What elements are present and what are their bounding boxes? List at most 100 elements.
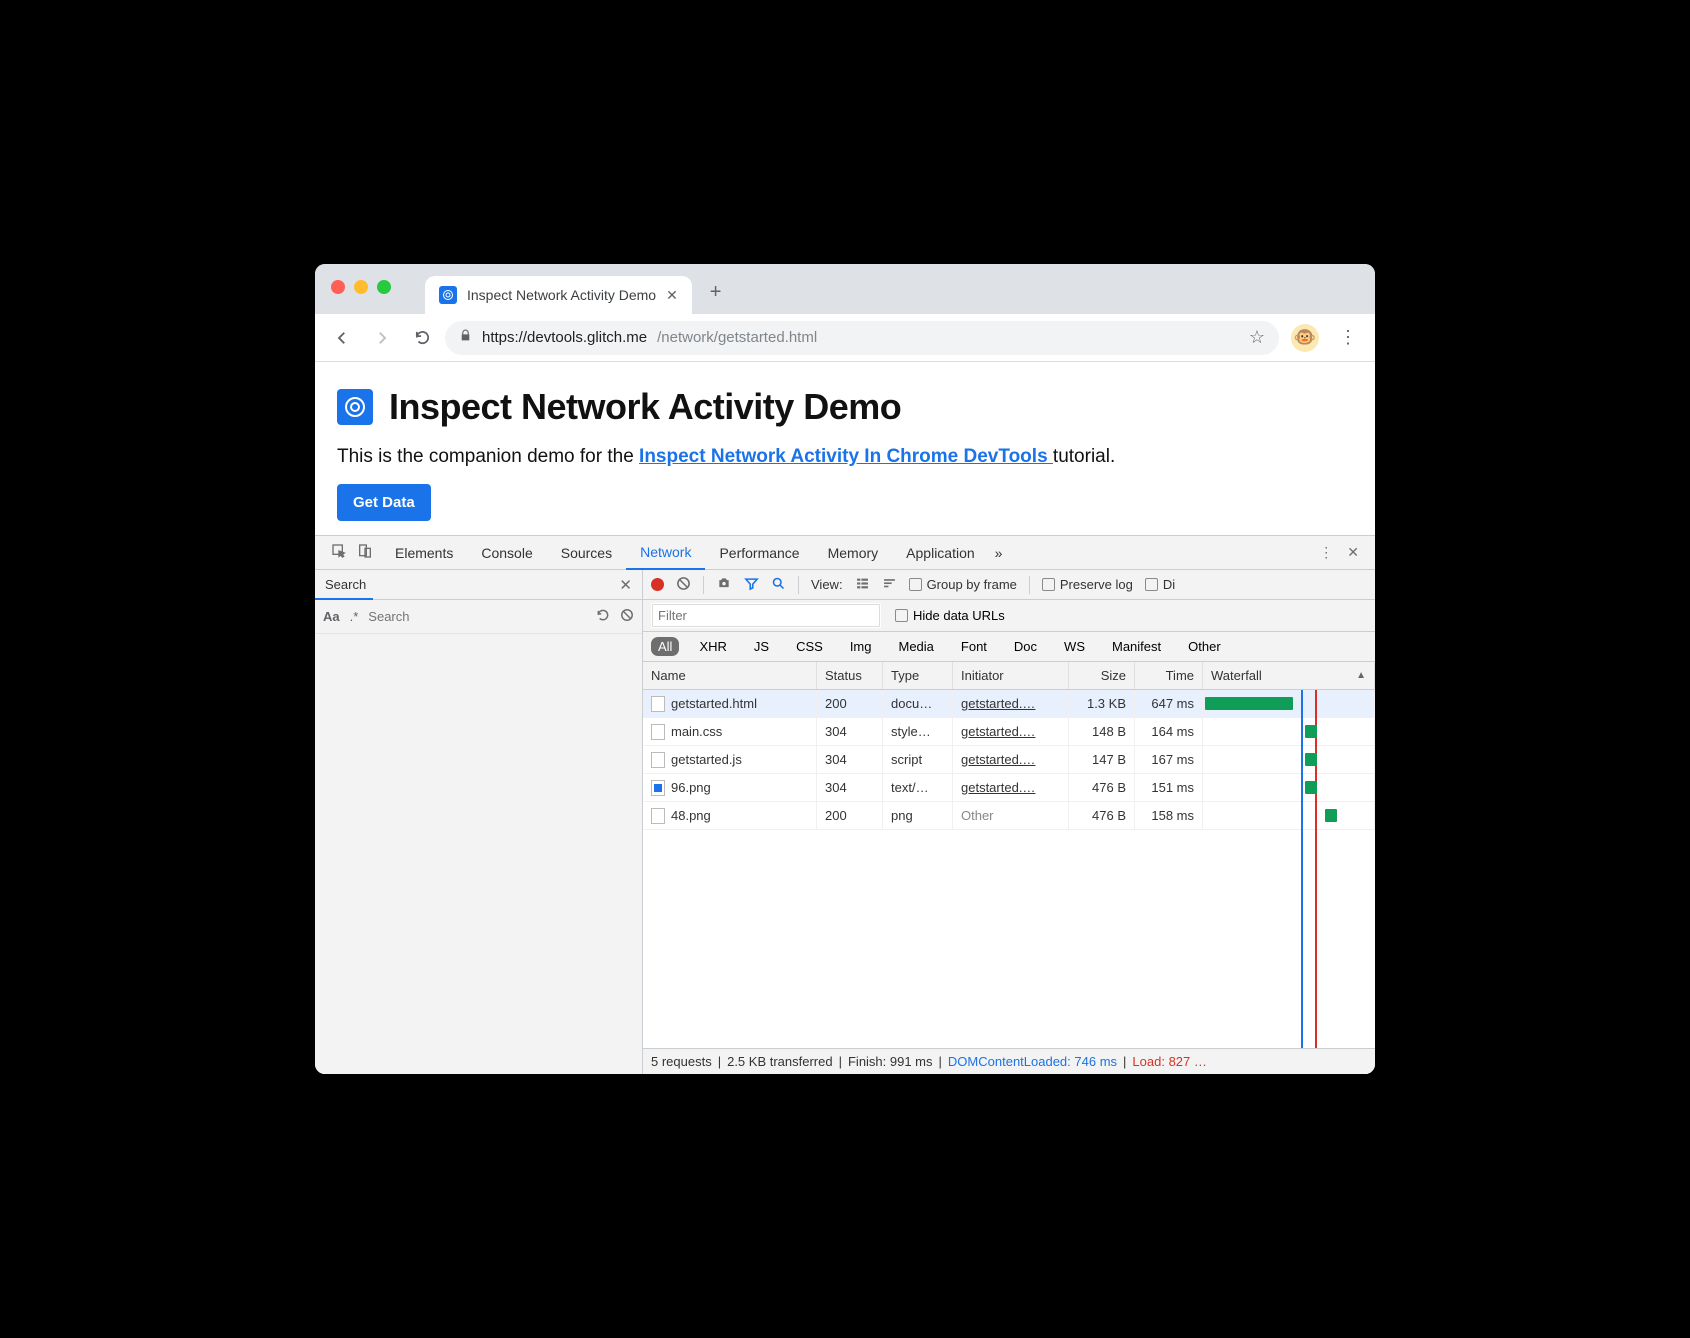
table-row[interactable]: getstarted.js304scriptgetstarted.…147 B1… — [643, 746, 1375, 774]
devtools-panel: ElementsConsoleSourcesNetworkPerformance… — [315, 535, 1375, 1074]
cell-size: 476 B — [1069, 802, 1135, 829]
bookmark-star-icon[interactable]: ☆ — [1249, 327, 1265, 348]
network-pane: View: Group by frame Preserve log Di Hid… — [643, 570, 1375, 1074]
search-clear-icon[interactable] — [620, 608, 634, 625]
cell-name: 48.png — [671, 808, 711, 823]
table-row[interactable]: getstarted.html200docu…getstarted.…1.3 K… — [643, 690, 1375, 718]
cell-initiator: Other — [961, 808, 994, 823]
cell-size: 148 B — [1069, 718, 1135, 745]
search-icon[interactable] — [771, 576, 786, 594]
preserve-log-label: Preserve log — [1060, 577, 1133, 592]
tab-strip: Inspect Network Activity Demo ✕ + — [315, 264, 1375, 314]
cell-waterfall — [1203, 746, 1375, 773]
cell-type: text/… — [883, 774, 953, 801]
search-refresh-icon[interactable] — [596, 608, 610, 625]
table-row[interactable]: 96.png304text/…getstarted.…476 B151 ms — [643, 774, 1375, 802]
type-filter-ws[interactable]: WS — [1057, 637, 1092, 656]
type-filter-img[interactable]: Img — [843, 637, 879, 656]
cell-name: 96.png — [671, 780, 711, 795]
cell-status: 304 — [817, 746, 883, 773]
file-icon — [651, 724, 665, 740]
profile-avatar[interactable]: 🐵 — [1291, 324, 1319, 352]
tab-close-icon[interactable]: ✕ — [666, 287, 678, 304]
devtools-tab-sources[interactable]: Sources — [547, 536, 626, 570]
cell-time: 151 ms — [1135, 774, 1203, 801]
large-rows-icon[interactable] — [855, 577, 870, 593]
type-filter-font[interactable]: Font — [954, 637, 994, 656]
cell-time: 164 ms — [1135, 718, 1203, 745]
regex-toggle[interactable]: .* — [350, 609, 359, 624]
table-row[interactable]: main.css304style…getstarted.…148 B164 ms — [643, 718, 1375, 746]
disable-cache-checkbox[interactable]: Di — [1145, 577, 1175, 592]
type-filter-media[interactable]: Media — [891, 637, 940, 656]
clear-icon[interactable] — [676, 576, 691, 594]
type-filter-other[interactable]: Other — [1181, 637, 1228, 656]
filter-input[interactable] — [651, 603, 881, 628]
cell-initiator[interactable]: getstarted.… — [961, 752, 1035, 767]
devtools-tab-performance[interactable]: Performance — [705, 536, 813, 570]
cell-initiator[interactable]: getstarted.… — [961, 780, 1035, 795]
cell-status: 200 — [817, 690, 883, 717]
hide-data-urls-checkbox[interactable]: Hide data URLs — [895, 608, 1005, 623]
col-initiator[interactable]: Initiator — [953, 662, 1069, 689]
type-filter-css[interactable]: CSS — [789, 637, 830, 656]
disable-cache-label: Di — [1163, 577, 1175, 592]
search-pane-title: Search — [325, 577, 366, 592]
devtools-tab-memory[interactable]: Memory — [814, 536, 893, 570]
search-pane: Search ✕ Aa .* — [315, 570, 643, 1074]
minimize-window-button[interactable] — [354, 280, 368, 294]
table-row[interactable]: 48.png200pngOther476 B158 ms — [643, 802, 1375, 830]
col-type[interactable]: Type — [883, 662, 953, 689]
browser-menu-button[interactable]: ⋮ — [1331, 327, 1365, 348]
devtools-tab-application[interactable]: Application — [892, 536, 989, 570]
tab-title: Inspect Network Activity Demo — [467, 287, 656, 303]
case-toggle[interactable]: Aa — [323, 609, 340, 624]
cell-type: docu… — [883, 690, 953, 717]
devtools-tab-network[interactable]: Network — [626, 536, 705, 570]
search-pane-close-icon[interactable]: ✕ — [619, 576, 632, 594]
table-header: Name Status Type Initiator Size Time Wat… — [643, 662, 1375, 690]
cell-initiator[interactable]: getstarted.… — [961, 724, 1035, 739]
forward-button[interactable] — [365, 321, 399, 355]
filter-row: Hide data URLs — [643, 600, 1375, 632]
col-size[interactable]: Size — [1069, 662, 1135, 689]
col-status[interactable]: Status — [817, 662, 883, 689]
back-button[interactable] — [325, 321, 359, 355]
type-filter-doc[interactable]: Doc — [1007, 637, 1044, 656]
cell-name: getstarted.html — [671, 696, 757, 711]
overview-icon[interactable] — [882, 577, 897, 593]
screenshot-icon[interactable] — [716, 576, 732, 593]
cell-waterfall — [1203, 690, 1375, 717]
device-toggle-icon[interactable] — [357, 543, 373, 562]
tabs-overflow-icon[interactable]: » — [995, 545, 1003, 561]
devtools-tab-elements[interactable]: Elements — [381, 536, 467, 570]
maximize-window-button[interactable] — [377, 280, 391, 294]
get-data-button[interactable]: Get Data — [337, 484, 431, 521]
filter-icon[interactable] — [744, 576, 759, 594]
record-button[interactable] — [651, 578, 664, 591]
reload-button[interactable] — [405, 321, 439, 355]
col-name[interactable]: Name — [643, 662, 817, 689]
cell-initiator[interactable]: getstarted.… — [961, 696, 1035, 711]
tutorial-link[interactable]: Inspect Network Activity In Chrome DevTo… — [639, 446, 1053, 467]
devtools-menu-icon[interactable]: ⋮ — [1319, 544, 1333, 561]
col-time[interactable]: Time — [1135, 662, 1203, 689]
type-filter-xhr[interactable]: XHR — [692, 637, 733, 656]
col-waterfall[interactable]: Waterfall▲ — [1203, 662, 1375, 689]
type-filter-manifest[interactable]: Manifest — [1105, 637, 1168, 656]
preserve-log-checkbox[interactable]: Preserve log — [1042, 577, 1133, 592]
type-filter-js[interactable]: JS — [747, 637, 776, 656]
new-tab-button[interactable]: + — [710, 281, 722, 304]
type-filter-all[interactable]: All — [651, 637, 679, 656]
address-bar[interactable]: https://devtools.glitch.me/network/getst… — [445, 321, 1279, 355]
close-window-button[interactable] — [331, 280, 345, 294]
view-label: View: — [811, 577, 843, 592]
devtools-close-icon[interactable]: ✕ — [1347, 544, 1359, 561]
devtools-tab-console[interactable]: Console — [467, 536, 546, 570]
cell-type: png — [883, 802, 953, 829]
group-by-frame-checkbox[interactable]: Group by frame — [909, 577, 1017, 592]
cell-type: style… — [883, 718, 953, 745]
search-input[interactable] — [368, 609, 586, 624]
browser-tab[interactable]: Inspect Network Activity Demo ✕ — [425, 276, 692, 314]
inspect-element-icon[interactable] — [331, 543, 347, 562]
